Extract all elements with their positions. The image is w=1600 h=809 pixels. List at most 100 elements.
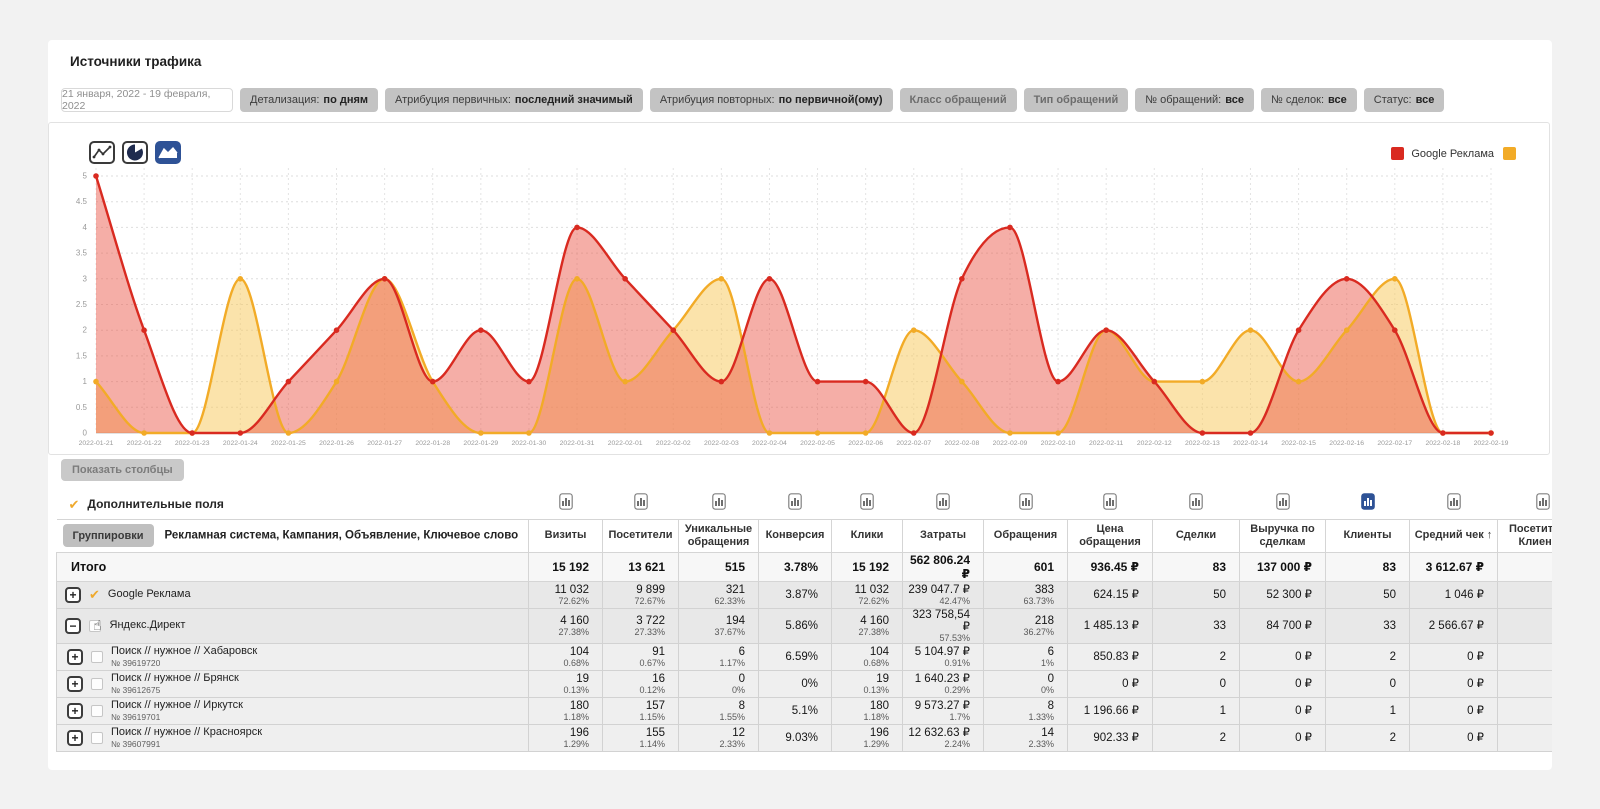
metric-cell: 0 ₽ [1240, 643, 1326, 670]
page: Источники трафика 21 января, 2022 - 19 ф… [0, 0, 1600, 809]
totals-value: 15 192 [529, 552, 603, 581]
metric-value: 155 [603, 727, 665, 739]
row-checkbox[interactable] [91, 678, 103, 690]
expand-button[interactable]: + [67, 703, 83, 719]
metric-value: 2 [1326, 732, 1396, 744]
metric-value: 323 758,54 ₽ [903, 609, 970, 633]
metric-value: 11 032 [832, 584, 889, 596]
column-chart-icon[interactable] [712, 493, 726, 515]
row-name-flex: +Поиск // нужное // Брянск№ 39612675 [57, 672, 528, 695]
totals-value: 1 [1498, 552, 1553, 581]
legend-item: Google Реклама [1391, 147, 1494, 160]
column-chart-icon[interactable] [1447, 493, 1461, 515]
column-header[interactable]: Выручка по сделкам [1240, 519, 1326, 552]
expand-button[interactable]: + [67, 649, 83, 665]
metric-value: 8 [679, 700, 745, 712]
metric-cell: 00% [679, 670, 759, 697]
expand-button[interactable]: + [65, 587, 81, 603]
pie-chart-icon[interactable] [122, 141, 148, 164]
column-chart-icon[interactable] [1189, 493, 1203, 515]
metric-cell: 84 700 ₽ [1240, 608, 1326, 643]
row-name-flex: +Поиск // нужное // Красноярск№ 39607991 [57, 726, 528, 749]
metric-cell: 32162.33% [679, 581, 759, 608]
groupings-button[interactable]: Группировки [63, 524, 154, 547]
svg-text:0: 0 [83, 429, 88, 438]
metric-percent: 27.38% [832, 627, 889, 637]
metric-cell: 4 16027.38% [529, 608, 603, 643]
column-header[interactable]: Уникальные обращения [679, 519, 759, 552]
column-header[interactable]: Цена обращения [1068, 519, 1153, 552]
filter-label: № обращений: [1145, 94, 1221, 106]
checkmark-icon[interactable]: ✔ [89, 587, 100, 603]
metric-cell: 0 [1326, 670, 1410, 697]
metric-value: 0 ₽ [1410, 678, 1484, 690]
column-header[interactable]: Конверсия [759, 519, 832, 552]
column-header[interactable]: Визиты [529, 519, 603, 552]
svg-text:2022-01-24: 2022-01-24 [223, 440, 258, 447]
totals-value: 83 [1326, 552, 1410, 581]
filter-button[interactable]: Детализация:по дням [240, 88, 378, 112]
column-chart-icon[interactable] [860, 493, 874, 515]
metric-cell: 1040.68% [529, 643, 603, 670]
column-chart-icon[interactable] [1019, 493, 1033, 515]
metric-percent: 1.18% [832, 712, 889, 722]
svg-text:2022-01-28: 2022-01-28 [415, 440, 450, 447]
metric-cell: 1801.18% [832, 697, 903, 724]
column-header[interactable]: Клики [832, 519, 903, 552]
metric-cell: 122.33% [679, 724, 759, 751]
column-header[interactable]: Затраты [903, 519, 984, 552]
show-columns-button[interactable]: Показать столбцы [61, 459, 184, 481]
row-checkbox[interactable] [91, 732, 103, 744]
column-chart-icon[interactable] [1276, 493, 1290, 515]
column-header[interactable]: Средний чек ↑ [1410, 519, 1498, 552]
expand-button[interactable]: + [67, 676, 83, 692]
column-chart-icon[interactable] [936, 493, 950, 515]
metric-value: 194 [679, 615, 745, 627]
date-range-input[interactable]: 21 января, 2022 - 19 февраля, 2022 [61, 88, 233, 112]
column-chart-toggle-cell [603, 490, 679, 519]
totals-label: Итого [57, 552, 529, 581]
table-row: +✔Google Реклама11 03272.62%9 89972.67%3… [57, 581, 1553, 608]
metric-percent: 0.13% [529, 685, 589, 695]
filter-button[interactable]: № обращений: все [1135, 88, 1254, 112]
column-header[interactable]: Обращения [984, 519, 1068, 552]
column-header[interactable]: Посетители/ Клиенты [1498, 519, 1553, 552]
filter-button[interactable]: Тип обращений [1024, 88, 1129, 112]
svg-text:1: 1 [83, 377, 88, 386]
metric-cell: 33 [1153, 608, 1240, 643]
area-chart-icon[interactable] [155, 141, 181, 164]
svg-text:2022-02-13: 2022-02-13 [1185, 440, 1220, 447]
filter-button[interactable]: Атрибуция повторных:по первичной(ому) [650, 88, 893, 112]
filter-value: все [1225, 94, 1244, 106]
filter-button[interactable]: Статус:все [1364, 88, 1445, 112]
metric-cell: 50 [1326, 581, 1410, 608]
expand-button[interactable]: + [67, 730, 83, 746]
svg-text:2022-02-01: 2022-02-01 [608, 440, 643, 447]
row-title: Поиск // нужное // Красноярск [111, 726, 262, 739]
column-chart-icon[interactable] [634, 493, 648, 515]
column-header[interactable]: Посетители [603, 519, 679, 552]
metric-cell: 190.13% [529, 670, 603, 697]
row-checkbox[interactable] [91, 705, 103, 717]
column-chart-icon[interactable] [1103, 493, 1117, 515]
column-chart-icon[interactable] [1536, 493, 1550, 515]
filter-button[interactable]: № сделок:все [1261, 88, 1357, 112]
column-chart-icon[interactable] [1361, 493, 1375, 515]
totals-value: 13 621 [603, 552, 679, 581]
metric-value: 4 160 [832, 615, 889, 627]
metric-cell: 0 [1498, 697, 1553, 724]
column-header[interactable]: Клиенты [1326, 519, 1410, 552]
collapse-button[interactable]: − [65, 618, 81, 634]
column-chart-icon[interactable] [788, 493, 802, 515]
column-chart-icon[interactable] [559, 493, 573, 515]
column-header[interactable]: Сделки [1153, 519, 1240, 552]
filter-button[interactable]: Атрибуция первичных:последний значимый [385, 88, 643, 112]
extra-fields-toggle[interactable]: ✔Дополнительные поля [57, 490, 529, 519]
svg-text:4.5: 4.5 [76, 197, 88, 206]
metric-cell: 4 16027.38% [832, 608, 903, 643]
filter-button[interactable]: Класс обращений [900, 88, 1017, 112]
row-checkbox[interactable] [91, 651, 103, 663]
column-chart-toggle-cell [832, 490, 903, 519]
line-chart-icon[interactable] [89, 141, 115, 164]
metric-cell: 1 640.23 ₽0.29% [903, 670, 984, 697]
